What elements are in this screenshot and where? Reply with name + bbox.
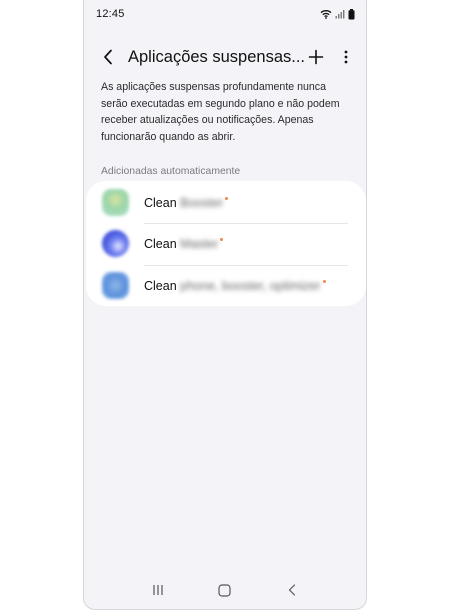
back-button[interactable] [98, 45, 118, 69]
signal-icon [335, 9, 345, 19]
top-app-bar: Aplicações suspensas... [84, 42, 366, 72]
recents-icon [153, 585, 163, 595]
new-badge-dot [322, 279, 326, 283]
status-time: 12:45 [96, 8, 125, 20]
list-item[interactable]: Clean phone, booster, optimizer [86, 265, 366, 306]
section-header: Adicionadas automaticamente [101, 166, 241, 177]
app-icon [102, 189, 129, 216]
recents-button[interactable] [143, 579, 173, 601]
new-badge-dot [225, 196, 229, 200]
list-item[interactable]: Clean Master [86, 223, 366, 264]
add-app-button[interactable] [306, 45, 326, 69]
app-name-hidden: Booster [180, 195, 224, 210]
status-bar: 12:45 [84, 0, 366, 28]
home-button[interactable] [210, 579, 240, 601]
wifi-icon [320, 9, 332, 19]
description-text: As aplicações suspensas profundamente nu… [101, 81, 340, 143]
app-name: Clean [144, 195, 177, 210]
app-label: Clean phone, booster, optimizer [144, 279, 326, 293]
top-actions [306, 45, 356, 69]
app-label: Clean Master [144, 236, 224, 251]
status-icons [320, 8, 355, 20]
battery-icon [348, 8, 355, 20]
app-icon [102, 230, 129, 257]
app-icon [102, 272, 129, 299]
more-options-button[interactable] [336, 45, 356, 69]
new-badge-dot [220, 237, 224, 241]
home-icon [218, 583, 232, 597]
apps-list-card: Clean Booster Clean Master Clean phone, … [86, 181, 366, 306]
back-arrow-icon [104, 49, 112, 65]
plus-icon [308, 49, 324, 65]
app-name-hidden: phone, booster, optimizer [180, 278, 321, 293]
back-nav-button[interactable] [277, 579, 307, 601]
app-name: Clean [144, 278, 177, 293]
app-name-hidden: Master [180, 236, 219, 251]
list-item[interactable]: Clean Booster [86, 182, 366, 223]
back-icon [289, 584, 296, 596]
more-vertical-icon [344, 50, 348, 64]
app-name: Clean [144, 236, 177, 251]
phone-screen: 12:45 Aplicações suspensas... As aplicaç… [83, 0, 367, 610]
navigation-bar [84, 579, 366, 601]
app-label: Clean Booster [144, 195, 229, 210]
page-title: Aplicações suspensas... [128, 47, 306, 66]
